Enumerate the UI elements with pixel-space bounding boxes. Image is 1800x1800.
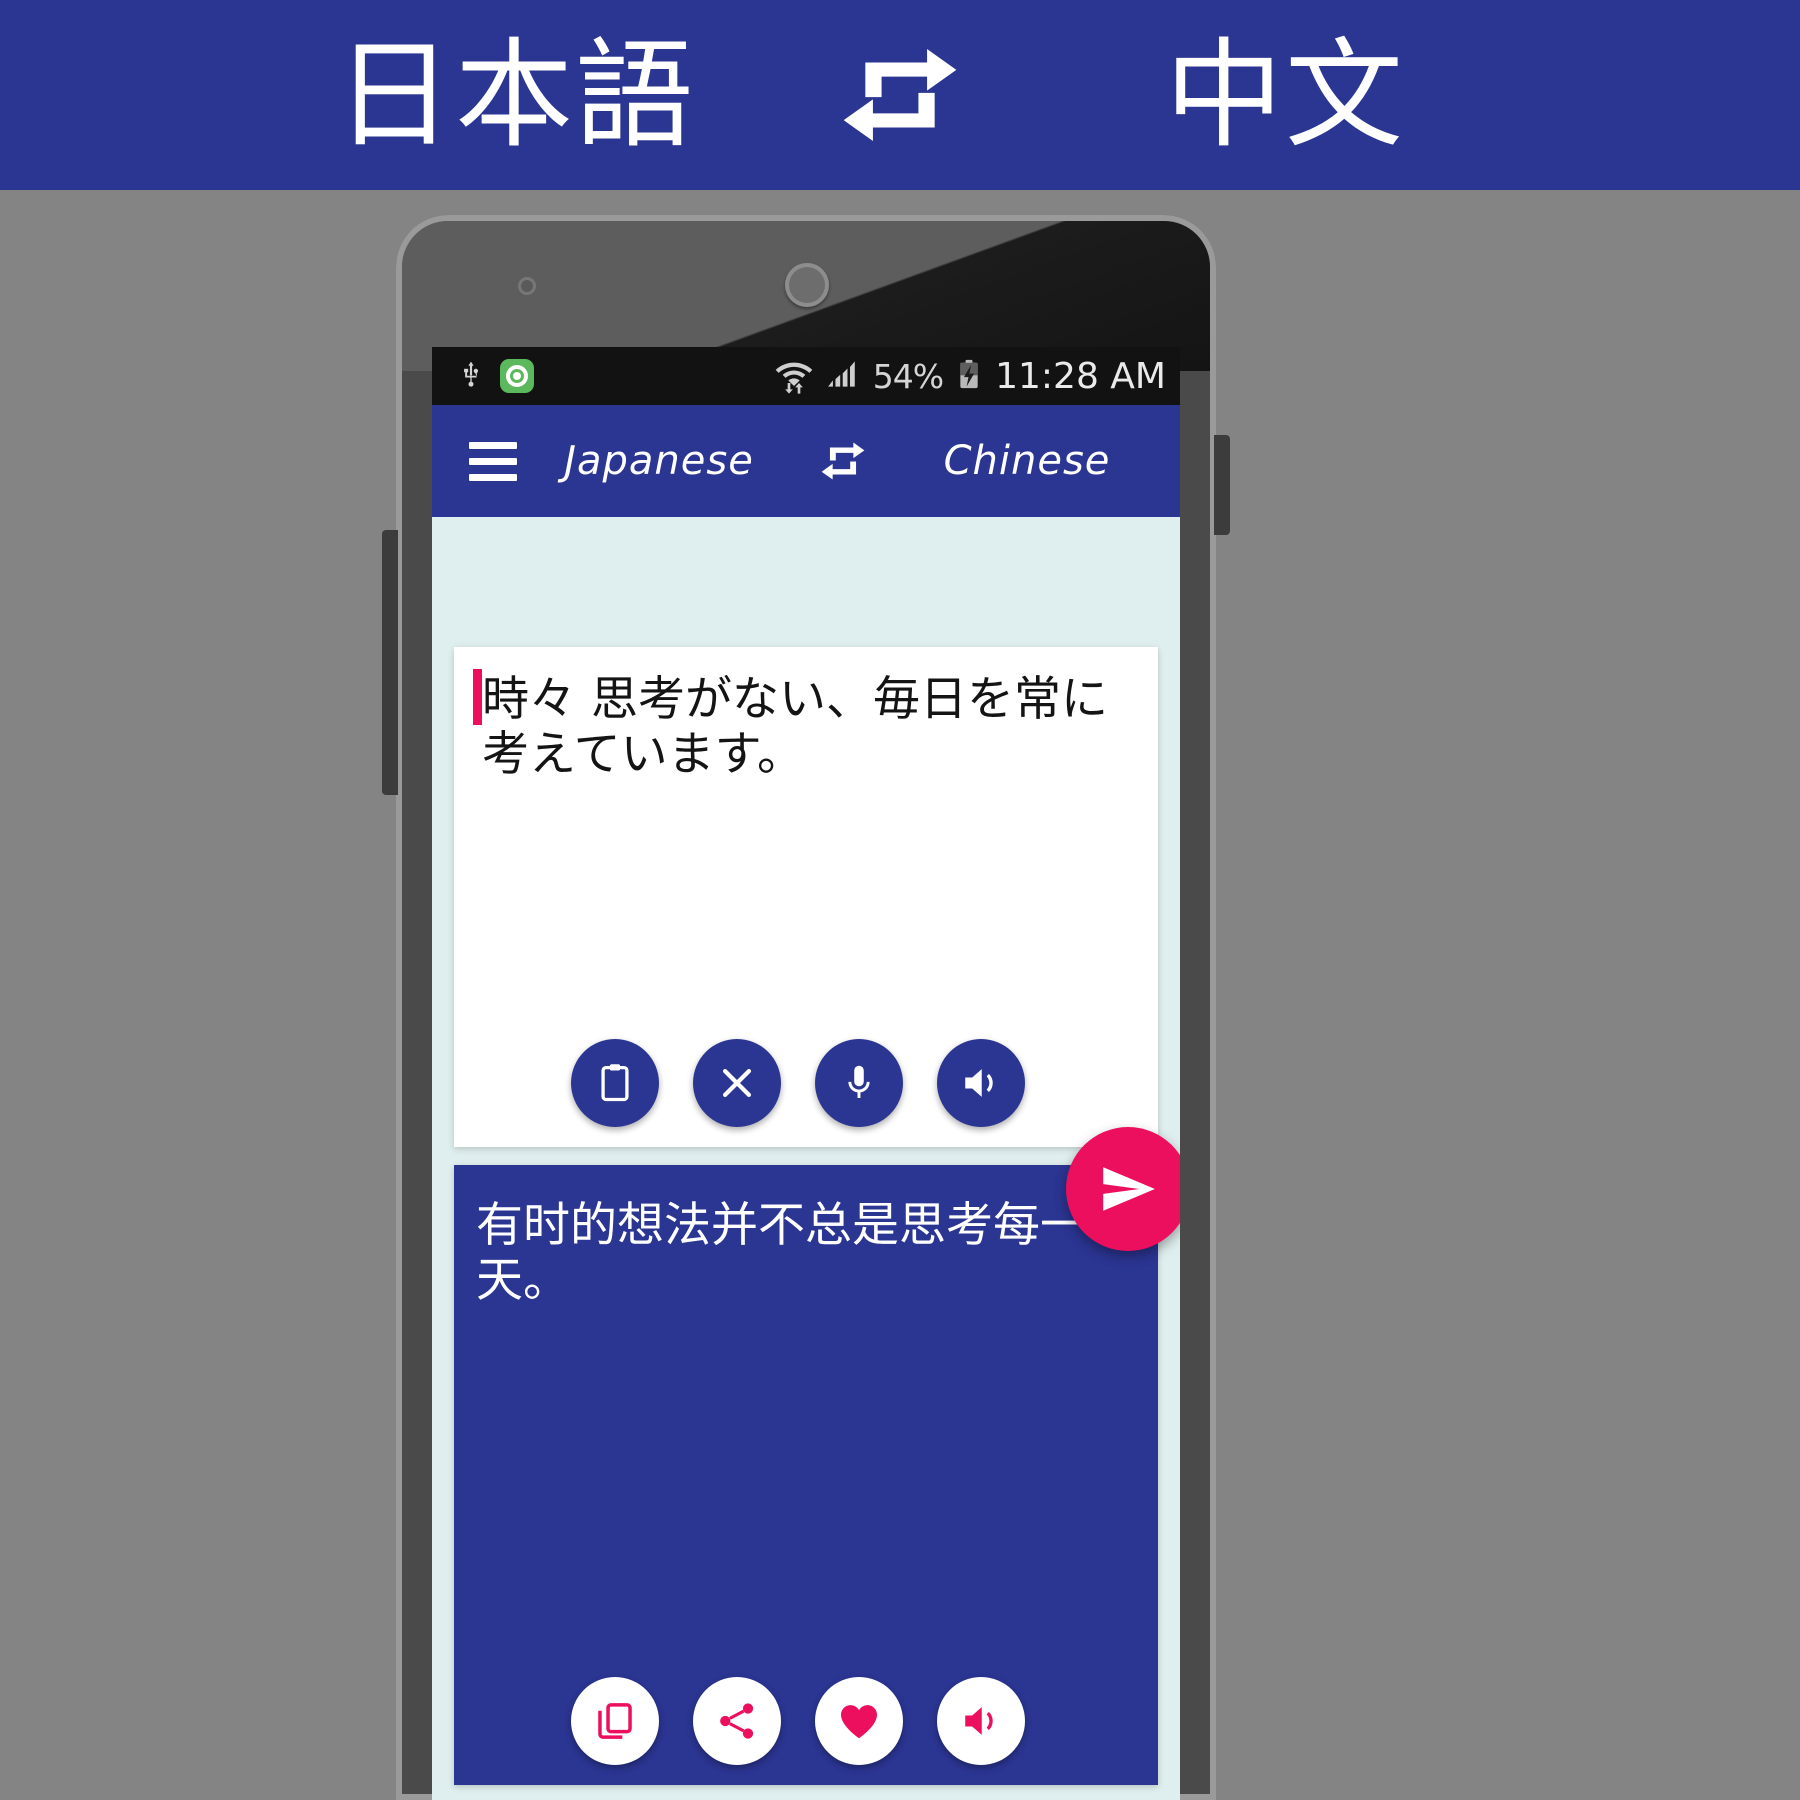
hamburger-menu-icon[interactable] [456,441,530,481]
microphone-button[interactable] [815,1039,903,1127]
toolbar-target-language[interactable]: Chinese [898,438,1156,484]
share-button[interactable] [693,1677,781,1765]
volume-button[interactable] [382,530,398,795]
source-text[interactable]: 時々 思考がない、毎日を常に考えています。 [474,672,1130,782]
phone-screen: 54% 11:28 AM Japanese Chinese 時々 思考がない、毎… [432,347,1180,1800]
source-text-panel[interactable]: 時々 思考がない、毎日を常に考えています。 [454,647,1158,1147]
target-action-bar [454,1677,1158,1765]
target-text-panel[interactable]: 有时的想法并不总是思考每一天。 [454,1165,1158,1785]
earpiece-speaker-icon [785,263,829,307]
toolbar-swap-icon[interactable] [788,434,898,488]
copy-button[interactable] [571,1677,659,1765]
favorite-button[interactable] [815,1677,903,1765]
front-camera-icon [518,277,536,295]
battery-charging-icon [953,353,985,399]
source-action-bar [454,1039,1158,1127]
toolbar-source-language[interactable]: Japanese [530,438,788,484]
green-app-icon [500,359,534,393]
status-bar-clock: 11:28 AM [995,355,1166,397]
banner-source-language: 日本語 [334,26,695,164]
clear-button[interactable] [693,1039,781,1127]
android-status-bar: 54% 11:28 AM [432,347,1180,405]
power-button[interactable] [1214,435,1230,535]
banner-swap-icon [795,30,1005,160]
usb-icon [458,355,484,397]
target-text: 有时的想法并不总是思考每一天。 [476,1198,1087,1308]
phone-mockup: 54% 11:28 AM Japanese Chinese 時々 思考がない、毎… [382,215,1230,1800]
app-store-banner: 日本語 中文 [0,0,1800,190]
translate-send-button[interactable] [1066,1127,1180,1251]
app-toolbar: Japanese Chinese [432,405,1180,517]
source-text-wrap: 時々 思考がない、毎日を常に考えています。 [454,647,1158,782]
wifi-data-icon [773,354,815,398]
text-caret [473,669,482,725]
battery-percent-label: 54% [872,356,944,396]
speak-source-button[interactable] [937,1039,1025,1127]
banner-target-language: 中文 [1164,26,1405,164]
paste-button[interactable] [571,1039,659,1127]
cellular-signal-icon [825,355,863,397]
speak-target-button[interactable] [937,1677,1025,1765]
